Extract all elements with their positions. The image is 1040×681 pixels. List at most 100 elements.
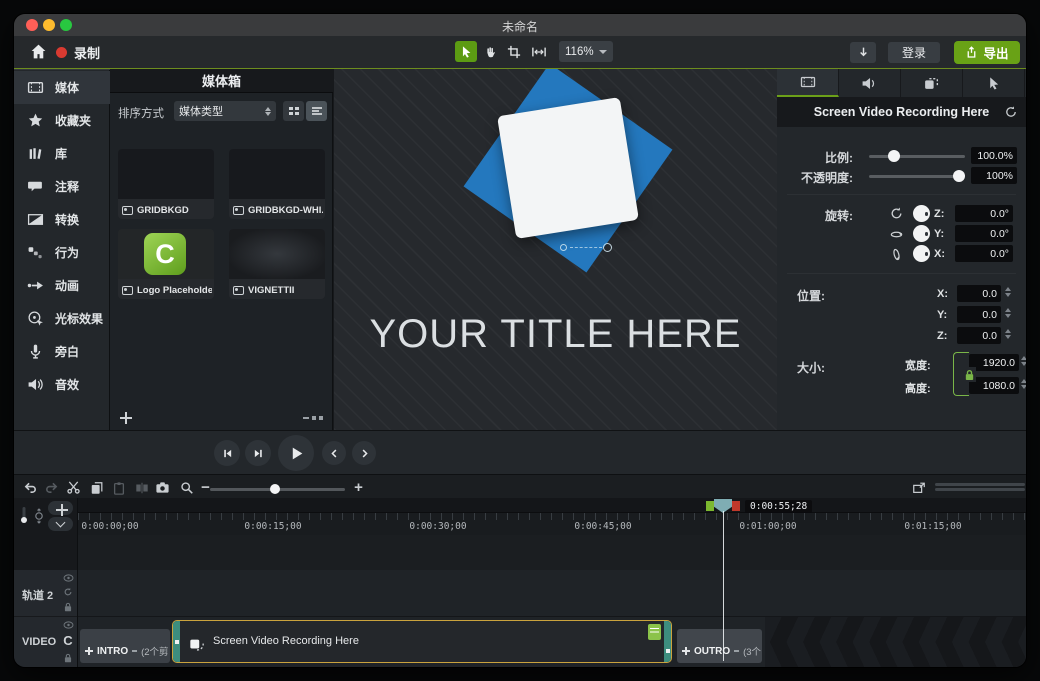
rotation-y-field[interactable]: 0.0° bbox=[955, 225, 1013, 242]
list-view-button[interactable] bbox=[306, 101, 327, 121]
opacity-slider-thumb[interactable] bbox=[953, 170, 965, 182]
thumbnail-view-button[interactable] bbox=[283, 101, 304, 121]
download-button[interactable] bbox=[850, 42, 876, 63]
detach-timeline-icon[interactable] bbox=[910, 479, 927, 496]
playhead-in-handle[interactable] bbox=[706, 501, 714, 511]
lock-icon[interactable] bbox=[63, 602, 73, 612]
sort-type-select[interactable]: 媒体类型 bbox=[174, 101, 276, 121]
tab-cursor-properties[interactable] bbox=[963, 69, 1025, 97]
undo-button[interactable] bbox=[22, 479, 39, 496]
sidebar-item-library[interactable]: 库 bbox=[14, 137, 110, 170]
add-media-button[interactable] bbox=[120, 412, 132, 424]
screenshot-button[interactable] bbox=[154, 479, 171, 496]
zoom-tool-icon[interactable] bbox=[178, 479, 195, 496]
login-button[interactable]: 登录 bbox=[888, 42, 940, 63]
track-video-header[interactable]: VIDEO C bbox=[14, 617, 77, 667]
sidebar-item-favorites[interactable]: 收藏夹 bbox=[14, 104, 110, 137]
tab-effects-properties[interactable] bbox=[901, 69, 963, 97]
reset-properties-icon[interactable] bbox=[1004, 105, 1018, 119]
track-zoom-icon[interactable] bbox=[33, 508, 46, 524]
media-item-vignette[interactable]: VIGNETTII bbox=[229, 229, 325, 299]
next-clip-button[interactable] bbox=[352, 441, 376, 465]
track-2-header[interactable]: 轨道 2 bbox=[14, 570, 77, 616]
sidebar-item-cursor-effects[interactable]: 光标效果 bbox=[14, 302, 110, 335]
play-button[interactable] bbox=[278, 435, 314, 471]
height-stepper[interactable] bbox=[1021, 379, 1026, 389]
expand-group-icon[interactable] bbox=[85, 647, 93, 655]
notes-doc-icon[interactable] bbox=[648, 624, 661, 640]
paste-button[interactable] bbox=[110, 479, 127, 496]
height-field[interactable]: 1080.0 bbox=[969, 377, 1019, 394]
copy-button[interactable] bbox=[88, 479, 105, 496]
opacity-slider[interactable] bbox=[869, 175, 965, 178]
previous-clip-button[interactable] bbox=[322, 441, 346, 465]
timeline-zoom-thumb[interactable] bbox=[270, 484, 280, 494]
zoom-in-button[interactable]: + bbox=[350, 479, 367, 496]
crop-tool-button[interactable] bbox=[503, 41, 525, 62]
bin-options-icon[interactable] bbox=[303, 416, 323, 420]
track-2-lane[interactable] bbox=[78, 570, 1026, 616]
sidebar-item-media[interactable]: 媒体 bbox=[14, 71, 110, 104]
scale-slider[interactable] bbox=[869, 155, 965, 158]
rotation-x-dial[interactable] bbox=[913, 245, 930, 262]
eye-icon[interactable] bbox=[63, 574, 74, 582]
sidebar-item-audio-effects[interactable]: 音效 bbox=[14, 368, 110, 401]
media-item-gridbkgd-white[interactable]: GRIDBKGD-WHI... bbox=[229, 149, 325, 219]
rotate-y-icon[interactable] bbox=[889, 227, 904, 242]
position-y-stepper[interactable] bbox=[1005, 308, 1011, 318]
screen-recording-clip[interactable]: Screen Video Recording Here bbox=[172, 620, 672, 663]
position-y-field[interactable]: 0.0 bbox=[957, 306, 1001, 323]
canvas-zoom-select[interactable]: 116% bbox=[559, 41, 613, 62]
add-track-button[interactable] bbox=[48, 501, 73, 515]
playhead-line[interactable] bbox=[723, 511, 724, 661]
timeline-zoom-slider[interactable] bbox=[210, 488, 345, 491]
split-button[interactable] bbox=[133, 479, 150, 496]
tab-visual-properties[interactable] bbox=[777, 69, 839, 97]
canvas-title-text[interactable]: YOUR TITLE HERE bbox=[334, 312, 777, 357]
outro-group-clip[interactable]: OUTRO (3个 bbox=[677, 629, 762, 663]
tab-audio-properties[interactable] bbox=[839, 69, 901, 97]
rotation-x-field[interactable]: 0.0° bbox=[955, 245, 1013, 262]
sidebar-item-behaviors[interactable]: 行为 bbox=[14, 236, 110, 269]
position-x-stepper[interactable] bbox=[1005, 287, 1011, 297]
cut-button[interactable] bbox=[65, 479, 82, 496]
track-height-toggle-icon[interactable] bbox=[20, 506, 28, 526]
trim-left-handle[interactable] bbox=[173, 621, 180, 662]
pan-tool-button[interactable] bbox=[479, 41, 501, 62]
timeline-scrollbar[interactable] bbox=[935, 483, 1025, 493]
eye-icon[interactable] bbox=[63, 621, 74, 629]
home-icon[interactable] bbox=[30, 43, 47, 60]
export-button[interactable]: 导出 bbox=[954, 41, 1020, 64]
rotation-z-dial[interactable] bbox=[913, 205, 930, 222]
width-field[interactable]: 1920.0 bbox=[969, 354, 1019, 371]
playhead-out-handle[interactable] bbox=[732, 501, 740, 511]
position-z-field[interactable]: 0.0 bbox=[957, 327, 1001, 344]
select-tool-button[interactable] bbox=[455, 41, 477, 62]
record-button[interactable]: 录制 bbox=[56, 42, 100, 62]
sidebar-item-transitions[interactable]: 转换 bbox=[14, 203, 110, 236]
rotation-y-dial[interactable] bbox=[913, 225, 930, 242]
redo-button[interactable] bbox=[43, 479, 60, 496]
step-back-button[interactable] bbox=[214, 440, 240, 466]
sidebar-item-voice-narration[interactable]: 旁白 bbox=[14, 335, 110, 368]
aspect-ratio-link[interactable] bbox=[953, 352, 969, 396]
rotation-z-field[interactable]: 0.0° bbox=[955, 205, 1013, 222]
intro-group-clip[interactable]: INTRO (2个剪 bbox=[80, 629, 170, 663]
white-square-shape[interactable] bbox=[497, 97, 639, 239]
rotate-x-icon[interactable] bbox=[889, 247, 904, 262]
timeline-empty-area[interactable] bbox=[78, 535, 1026, 570]
track-video-lane[interactable]: INTRO (2个剪 Screen Video Recording Here bbox=[78, 617, 1026, 667]
rotation-handle[interactable] bbox=[560, 243, 612, 252]
expand-group-icon[interactable] bbox=[682, 647, 690, 655]
media-item-logo-placeholder[interactable]: C Logo Placeholder bbox=[118, 229, 214, 299]
opacity-value-field[interactable]: 100% bbox=[971, 167, 1017, 184]
collapse-tracks-button[interactable] bbox=[48, 517, 73, 531]
position-z-stepper[interactable] bbox=[1005, 329, 1011, 339]
timeline-ruler[interactable]: 0:00:00;00 0:00:15;00 0:00:30;00 0:00:45… bbox=[78, 512, 1026, 535]
step-forward-button[interactable] bbox=[245, 440, 271, 466]
trim-right-handle[interactable] bbox=[664, 621, 671, 662]
lock-icon[interactable] bbox=[63, 653, 73, 663]
scale-slider-thumb[interactable] bbox=[888, 150, 900, 162]
scale-value-field[interactable]: 100.0% bbox=[971, 147, 1017, 164]
rotate-z-icon[interactable] bbox=[889, 206, 904, 221]
